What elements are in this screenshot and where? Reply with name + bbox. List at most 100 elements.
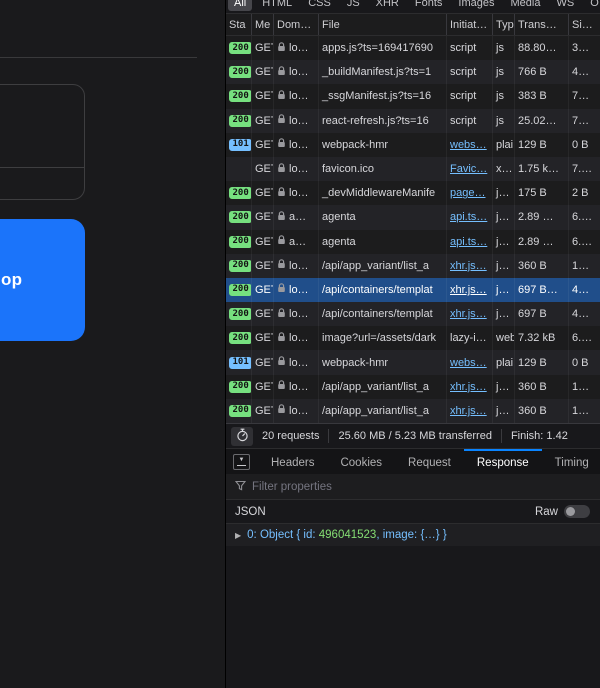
domain-cell: a… [274,205,319,229]
status-cell: 200 [226,60,252,84]
status-badge: 200 [229,284,252,296]
detail-tab-headers[interactable]: Headers [258,449,327,474]
file-cell: _ssgManifest.js?ts=16 [319,84,447,108]
initiator-link[interactable]: page… [450,187,485,199]
raw-toggle-switch[interactable] [564,505,590,518]
file-cell: webpack-hmr [319,350,447,374]
lock-icon [277,235,286,248]
initiator-link[interactable]: webs… [450,139,487,151]
filter-tab-images[interactable]: Images [452,0,500,11]
domain-cell: lo… [274,181,319,205]
domain-cell: lo… [274,60,319,84]
request-row[interactable]: 200GETlo…_devMiddlewareManifepage…j…175 … [226,181,600,205]
initiator-link[interactable]: api.ts… [450,211,487,223]
transferred-cell: 129 B [515,350,569,374]
status-badge: 200 [229,115,252,127]
type-cell: x… [493,157,515,181]
filter-tab-media[interactable]: Media [504,0,546,11]
raw-toggle-label: Raw [535,506,558,518]
domain-text: lo… [289,308,309,320]
status-badge: 200 [229,381,252,393]
initiator-link[interactable]: xhr.js… [450,284,487,296]
request-row[interactable]: 200GETlo…/api/app_variant/list_axhr.js…j… [226,254,600,278]
initiator-link[interactable]: xhr.js… [450,381,487,393]
initiator-link[interactable]: xhr.js… [450,405,487,417]
type-cell: js [493,109,515,133]
request-row[interactable]: 200GETlo…/api/app_variant/list_axhr.js…j… [226,399,600,423]
size-cell: 7.… [569,157,600,181]
request-row[interactable]: 101GETlo…webpack-hmrwebs…plai129 B0 B [226,133,600,157]
transferred-cell: 697 B [515,302,569,326]
request-row[interactable]: 200GETlo…react-refresh.js?ts=16scriptjs2… [226,109,600,133]
transferred-cell: 25.02… [515,109,569,133]
filter-tab-js[interactable]: JS [341,0,366,11]
filter-tab-ws[interactable]: WS [550,0,580,11]
column-header-file[interactable]: File [319,14,447,35]
request-row[interactable]: 200GETlo…/api/containers/templatxhr.js…j… [226,302,600,326]
transferred-cell: 2.89 … [515,205,569,229]
method-cell: GET [252,302,274,326]
filter-tab-xhr[interactable]: XHR [370,0,405,11]
type-cell: web [493,326,515,350]
column-header-method[interactable]: Me [252,14,274,35]
request-row[interactable]: 200GETlo…apps.js?ts=169417690scriptjs88.… [226,36,600,60]
column-header-transferred[interactable]: Trans… [515,14,569,35]
transferred-cell: 2.89 … [515,230,569,254]
column-header-domain[interactable]: Dom… [274,14,319,35]
request-row[interactable]: 200GETlo…_ssgManifest.js?ts=16scriptjs38… [226,84,600,108]
json-tree-row[interactable]: ▶ 0: Object { id: 496041523 , image: {…}… [226,524,600,546]
request-row[interactable]: 200GETa…agentaapi.ts…j…2.89 …6.… [226,230,600,254]
initiator-cell: xhr.js… [447,254,493,278]
initiator-link[interactable]: api.ts… [450,236,487,248]
detail-tab-cookies[interactable]: Cookies [327,449,395,474]
status-cell: 200 [226,399,252,423]
column-header-status[interactable]: Sta [226,14,252,35]
filter-tab-html[interactable]: HTML [256,0,298,11]
column-header-type[interactable]: Typ [493,14,515,35]
domain-text: lo… [289,187,309,199]
detail-tab-response[interactable]: Response [464,449,542,474]
filter-properties-input[interactable] [252,481,502,493]
status-cell: 200 [226,205,252,229]
initiator-link[interactable]: Favic… [450,163,487,175]
filter-tab-o[interactable]: O [584,0,600,11]
request-row[interactable]: 200GETlo…/api/containers/templatxhr.js…j… [226,278,600,302]
initiator-text: lazy-i… [450,332,487,344]
filter-tab-all[interactable]: All [228,0,252,11]
request-row[interactable]: 200GETa…agentaapi.ts…j…2.89 …6.… [226,205,600,229]
domain-text: lo… [289,90,309,102]
request-row[interactable]: 200GETlo…image?url=/assets/darklazy-i…we… [226,326,600,350]
transferred-cell: 360 B [515,399,569,423]
transferred-cell: 766 B [515,60,569,84]
performance-analysis-button[interactable] [231,427,253,446]
request-row[interactable]: 101GETlo…webpack-hmrwebs…plai129 B0 B [226,350,600,374]
status-cell: 200 [226,278,252,302]
type-cell: j… [493,278,515,302]
domain-cell: lo… [274,133,319,157]
initiator-link[interactable]: xhr.js… [450,260,487,272]
type-cell: js [493,60,515,84]
detail-tab-timing[interactable]: Timing [542,449,600,474]
initiator-link[interactable]: webs… [450,357,487,369]
detail-tab-request[interactable]: Request [395,449,464,474]
type-cell: j… [493,230,515,254]
status-badge: 200 [229,260,252,272]
request-row[interactable]: 200GETlo…/api/app_variant/list_axhr.js…j… [226,375,600,399]
request-row[interactable]: 200GETlo…_buildManifest.js?ts=1scriptjs7… [226,60,600,84]
filter-tab-css[interactable]: CSS [302,0,337,11]
column-header-initiator[interactable]: Initiat… [447,14,493,35]
filter-tab-fonts[interactable]: Fonts [409,0,449,11]
method-cell: GET [252,60,274,84]
method-cell: GET [252,254,274,278]
type-cell: j… [493,205,515,229]
expand-arrow-icon[interactable]: ▶ [235,531,241,540]
initiator-link[interactable]: xhr.js… [450,308,487,320]
size-cell: 0 B [569,133,600,157]
column-header-size[interactable]: Si… [569,14,600,35]
size-cell: 7… [569,109,600,133]
request-row[interactable]: GETlo…favicon.icoFavic…x…1.75 k…7.… [226,157,600,181]
transferred-cell: 129 B [515,133,569,157]
page-blue-button[interactable]: op [0,219,85,341]
domain-cell: lo… [274,375,319,399]
filter-panel-icon[interactable]: ▼ [233,454,250,470]
